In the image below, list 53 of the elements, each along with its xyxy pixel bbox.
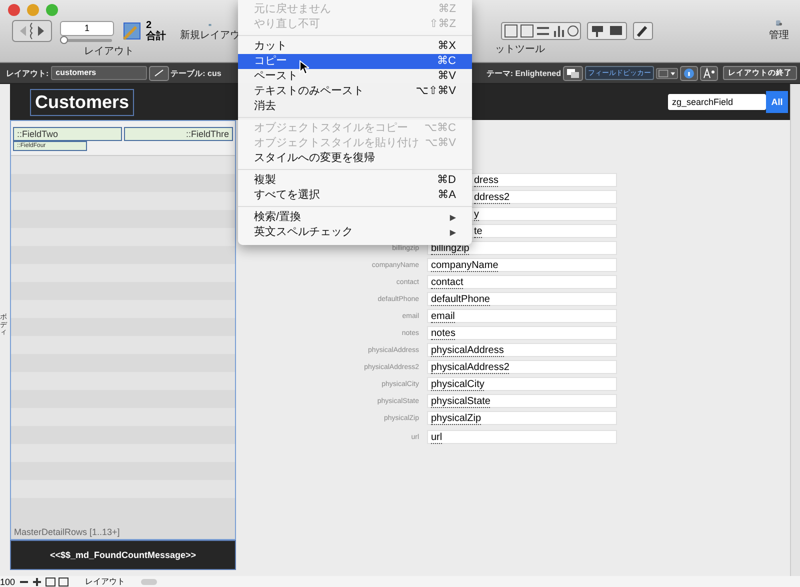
portal-field[interactable]: ::FieldThre xyxy=(124,127,233,141)
form-field[interactable]: notes xyxy=(427,326,617,340)
form-field[interactable]: physicalAddress2 xyxy=(427,360,617,374)
mouse-pointer-icon xyxy=(299,60,309,75)
menu-item[interactable]: ペースト ⌘V xyxy=(238,69,472,84)
info-icon[interactable] xyxy=(680,66,698,80)
form-field[interactable]: physicalZip xyxy=(427,411,617,425)
theme-icon[interactable] xyxy=(563,66,583,80)
view-dropdown-icon[interactable] xyxy=(656,66,678,80)
edit-layout-icon[interactable] xyxy=(148,66,169,80)
records-icon xyxy=(122,21,142,41)
manage-label: 管理 xyxy=(769,29,789,42)
form-field[interactable]: url xyxy=(427,430,617,444)
portal-rows-label: MasterDetailRows [1..13+] xyxy=(14,527,120,537)
found-count: 2 xyxy=(146,20,152,31)
form-field[interactable]: contact xyxy=(427,275,617,289)
found-label: 合計 xyxy=(146,31,166,42)
brush-icon[interactable] xyxy=(633,22,653,40)
mode-tab[interactable]: レイアウト xyxy=(73,576,138,587)
portal-field[interactable]: ::FieldTwo xyxy=(13,127,122,141)
form-field[interactable]: physicalCity xyxy=(427,377,617,391)
zoom-level[interactable]: 100 xyxy=(0,576,16,586)
book-navigation-icon[interactable] xyxy=(12,20,52,42)
vertical-scrollbar[interactable] xyxy=(790,84,800,576)
menu-item[interactable]: テキストのみペースト ⌥⇧⌘V xyxy=(238,84,472,99)
text-format-icon[interactable] xyxy=(700,66,718,80)
zoom-controls-icon[interactable] xyxy=(19,576,70,586)
record-number-field[interactable]: 1 xyxy=(60,20,114,36)
form-field[interactable]: companyName xyxy=(427,258,617,272)
theme-label: テーマ: Enlightened xyxy=(486,68,561,78)
search-field[interactable]: zg_searchField xyxy=(668,94,766,110)
menu-item[interactable]: カット ⌘X xyxy=(238,39,472,54)
layout-label: レイアウト xyxy=(84,45,134,58)
menu-item[interactable]: コピー ⌘C xyxy=(238,54,472,69)
horizontal-scrollbar[interactable] xyxy=(141,578,158,584)
slider-thumb[interactable] xyxy=(60,36,68,44)
object-tools-label: ットツール xyxy=(495,43,545,56)
close-window-button[interactable] xyxy=(8,4,20,16)
form-field[interactable]: physicalAddress xyxy=(427,343,617,357)
layout-label: レイアウト: xyxy=(6,68,49,78)
menu-item[interactable]: スタイルへの変更を復帰 xyxy=(238,151,472,166)
table-label: テーブル: cus xyxy=(170,68,222,78)
form-field[interactable]: billingzip xyxy=(427,241,617,255)
form-field[interactable]: email xyxy=(427,309,617,323)
form-field[interactable]: physicalState xyxy=(427,394,617,408)
layout-title: Customers xyxy=(30,88,134,116)
found-count-message: <<$$_md_FoundCountMessage>> xyxy=(50,550,196,560)
form-field[interactable]: defaultPhone xyxy=(427,292,617,306)
portal-tool-icons[interactable] xyxy=(587,22,627,40)
layout-dropdown[interactable]: customers xyxy=(50,66,147,80)
layout-tool-icons[interactable] xyxy=(501,22,581,40)
all-button[interactable]: All xyxy=(766,91,788,113)
menu-item[interactable]: 消去 xyxy=(238,99,472,114)
